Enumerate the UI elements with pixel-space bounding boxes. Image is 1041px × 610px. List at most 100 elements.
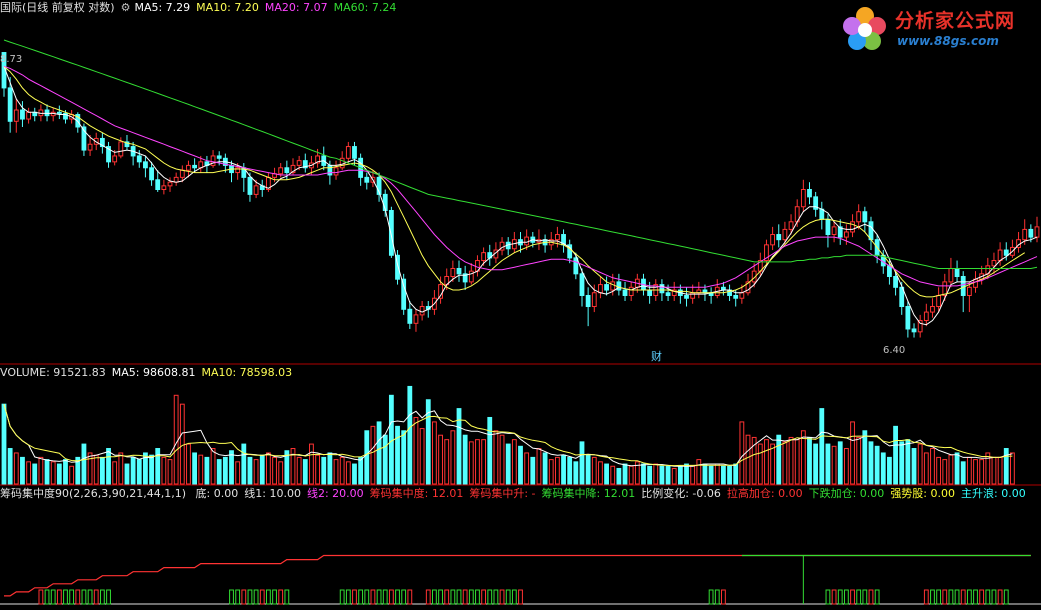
volume-bar	[278, 461, 284, 485]
volume-bar	[659, 465, 665, 485]
candle-body	[192, 164, 198, 169]
signal-bar	[401, 589, 407, 605]
volume-bar	[542, 452, 548, 485]
volume-bar	[973, 459, 978, 485]
volume-bar	[671, 467, 677, 485]
signal-bar	[345, 589, 351, 605]
candle-body	[850, 221, 855, 233]
candle-body	[20, 109, 25, 120]
candle-body	[136, 155, 142, 163]
volume-bar	[81, 443, 87, 485]
signal-bar	[868, 589, 874, 605]
flower-logo-icon	[843, 7, 886, 50]
volume-bar	[247, 456, 253, 485]
candle-body	[610, 281, 616, 291]
volume-bar	[69, 465, 75, 485]
financial-event-marker[interactable]: 财	[651, 348, 662, 364]
indicator-name[interactable]: 筹码集中度90(2,26,3,90,21,44,1,1)	[0, 487, 186, 500]
candle-body	[1034, 226, 1040, 238]
candle-body	[481, 252, 487, 262]
volume-bar	[782, 441, 788, 485]
volume-bar	[370, 425, 376, 485]
signal-bar	[850, 589, 855, 605]
volume-bar	[198, 454, 204, 485]
volume-bar	[253, 459, 259, 485]
volume-bar	[1009, 452, 1015, 485]
site-logo: 分析家公式网 www.88gs.com	[839, 4, 1035, 54]
signal-bar	[708, 589, 714, 605]
candle-body	[997, 249, 1003, 262]
candle-body	[327, 164, 333, 176]
volume-bar	[118, 452, 124, 485]
signal-bar	[444, 589, 450, 605]
candle-body	[936, 294, 942, 308]
volume-bar	[702, 463, 708, 485]
signal-bar	[56, 589, 62, 605]
volume-bar	[235, 461, 241, 485]
volume-bar	[641, 463, 646, 485]
volume-ma5-value: MA5: 98608.81	[111, 366, 196, 379]
candle-body	[954, 267, 960, 278]
candle-body	[831, 226, 837, 236]
volume-bar	[770, 443, 776, 485]
indicator-field-2: 线2: 20.00	[306, 487, 364, 500]
volume-bar	[432, 421, 437, 485]
candle-body	[1028, 228, 1034, 238]
signal-bar	[960, 589, 966, 605]
candle-body	[616, 281, 622, 291]
signal-bar	[395, 589, 400, 605]
volume-bar	[462, 434, 468, 485]
signal-bar	[487, 589, 493, 605]
signal-bar	[475, 589, 480, 605]
signal-bar	[284, 589, 290, 605]
volume-bar	[966, 456, 972, 485]
settings-gear-icon[interactable]: ⚙	[121, 1, 131, 14]
candle-body	[893, 276, 898, 288]
ma5-value: MA5: 7.29	[134, 1, 191, 14]
signal-bar	[505, 589, 511, 605]
candle-body	[13, 109, 19, 122]
security-title[interactable]: 国际(日线 前复权 对数)	[0, 1, 115, 14]
signal-bar	[721, 589, 726, 605]
volume-bar	[708, 465, 714, 485]
volume-bar	[309, 443, 314, 485]
volume-bar	[302, 459, 308, 485]
signal-bar	[352, 589, 357, 605]
candle-body	[579, 273, 585, 296]
volume-bar	[450, 430, 456, 485]
candle-body	[684, 294, 689, 299]
volume-bar	[733, 463, 739, 485]
volume-bar	[598, 461, 603, 485]
volume-bar	[764, 439, 769, 485]
candle-body	[819, 208, 825, 220]
candle-body	[868, 221, 874, 241]
indicator-field-3: 筹码集中度: 12.01	[369, 487, 464, 500]
signal-bar	[714, 589, 720, 605]
volume-value: VOLUME: 91521.83	[0, 366, 106, 379]
signal-bar	[364, 589, 370, 605]
candle-body	[44, 109, 50, 117]
volume-bar	[511, 439, 517, 485]
volume-bar	[419, 428, 425, 485]
volume-bar	[807, 436, 812, 485]
volume-bar	[395, 425, 400, 485]
volume-bar	[548, 459, 554, 485]
volume-bar	[518, 445, 523, 485]
candle-body	[930, 306, 935, 313]
indicator-field-5: 筹码集中降: 12.01	[541, 487, 636, 500]
signal-bar	[229, 589, 234, 605]
volume-bar	[56, 463, 62, 485]
volume-bar	[843, 448, 849, 485]
indicator-field-4: 筹码集中升: -	[469, 487, 536, 500]
signal-bar	[462, 589, 468, 605]
signal-bar	[985, 589, 991, 605]
volume-bar	[32, 463, 38, 485]
price-panel-header: 国际(日线 前复权 对数) ⚙ MA5: 7.29 MA10: 7.20 MA20: 7…	[0, 0, 402, 16]
candle-body	[788, 221, 794, 230]
volume-bar	[38, 456, 44, 485]
candle-body	[862, 211, 868, 223]
volume-bar	[954, 452, 960, 485]
volume-bar	[315, 454, 320, 485]
signal-bar	[63, 589, 68, 605]
ma5-line	[3, 66, 1038, 326]
